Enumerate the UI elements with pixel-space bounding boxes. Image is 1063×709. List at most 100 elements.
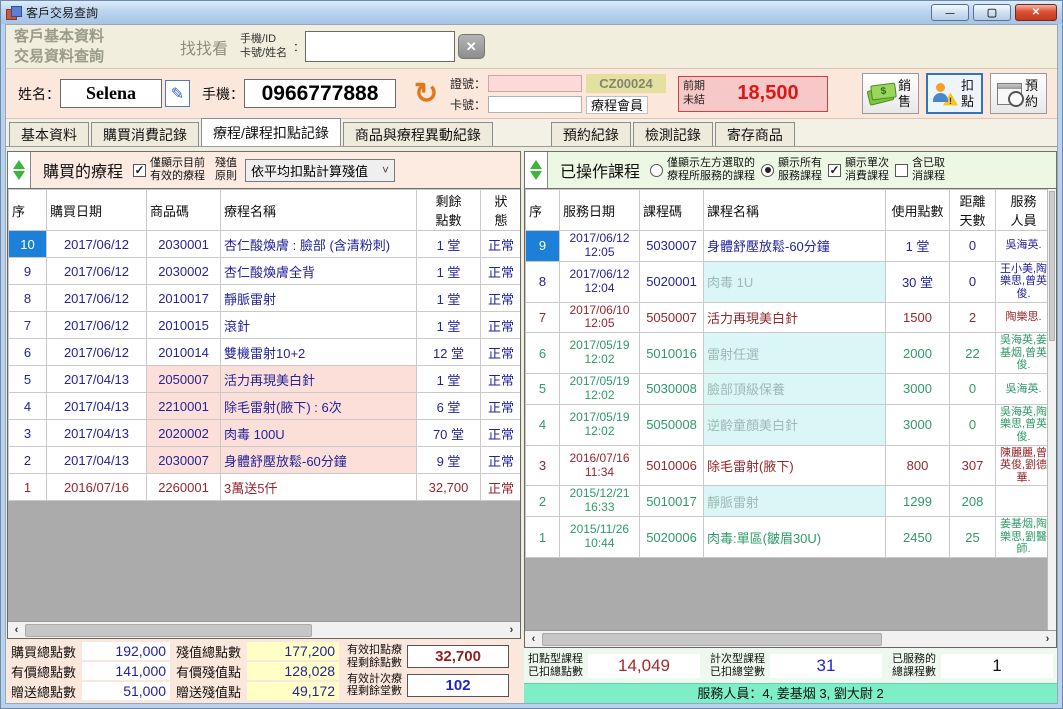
used-points-cell[interactable]: 800 [886, 445, 950, 486]
purchase-date-cell[interactable]: 2016/07/16 [47, 474, 147, 501]
row-number-cell[interactable]: 3 [9, 420, 47, 447]
left-col-header-3[interactable]: 療程名稱 [221, 190, 417, 231]
purchase-date-cell[interactable]: 2017/06/12 [47, 312, 147, 339]
row-number-cell[interactable]: 4 [526, 404, 560, 445]
course-name-cell[interactable]: 肉毒:單區(皺眉30U) [704, 517, 886, 558]
deduct-points-button[interactable]: 扣點 [926, 73, 983, 114]
remaining-points-cell[interactable]: 1 堂 [417, 285, 481, 312]
left-col-header-4[interactable]: 剩餘 點數 [417, 190, 481, 231]
days-since-cell[interactable]: 0 [950, 404, 996, 445]
id-field[interactable] [488, 75, 582, 92]
row-number-cell[interactable]: 6 [526, 333, 560, 374]
used-points-cell[interactable]: 2000 [886, 333, 950, 374]
name-field[interactable] [60, 79, 162, 108]
status-cell[interactable]: 正常 [481, 312, 522, 339]
product-code-cell[interactable]: 2210001 [147, 393, 221, 420]
scroll-left-icon[interactable] [525, 633, 542, 645]
right-col-header-6[interactable]: 服務 人員 [996, 190, 1052, 231]
treatment-name-cell[interactable]: 杏仁酸煥膚全背 [221, 258, 417, 285]
left-table-row[interactable]: 32017/04/132020002肉毒 100U70 堂正常 [9, 420, 522, 447]
staff-cell[interactable]: 吳海英,姜基烟,曾英俊. [996, 333, 1052, 374]
service-date-cell[interactable]: 2017/06/10 12:05 [560, 302, 640, 333]
days-since-cell[interactable]: 25 [950, 517, 996, 558]
row-number-cell[interactable]: 4 [9, 393, 47, 420]
purchase-date-cell[interactable]: 2017/06/12 [47, 231, 147, 258]
product-code-cell[interactable]: 2030007 [147, 447, 221, 474]
course-name-cell[interactable]: 除毛雷射(腋下) [704, 445, 886, 486]
used-points-cell[interactable]: 3000 [886, 404, 950, 445]
row-number-cell[interactable]: 1 [526, 517, 560, 558]
service-date-cell[interactable]: 2015/11/26 10:44 [560, 517, 640, 558]
service-date-cell[interactable]: 2017/05/19 12:02 [560, 374, 640, 405]
right-table-row[interactable]: 32016/07/16 11:345010006除毛雷射(腋下)800307陳麗… [526, 445, 1052, 486]
row-number-cell[interactable]: 8 [9, 285, 47, 312]
status-cell[interactable]: 正常 [481, 447, 522, 474]
left-table-row[interactable]: 12016/07/1622600013萬送5仟32,700正常 [9, 474, 522, 501]
left-table-row[interactable]: 82017/06/122010017靜脈雷射1 堂正常 [9, 285, 522, 312]
treatment-name-cell[interactable]: 3萬送5仟 [221, 474, 417, 501]
left-col-header-2[interactable]: 商品碼 [147, 190, 221, 231]
left-table-row[interactable]: 42017/04/132210001除毛雷射(腋下) : 6次6 堂正常 [9, 393, 522, 420]
product-code-cell[interactable]: 2030001 [147, 231, 221, 258]
used-points-cell[interactable]: 2450 [886, 517, 950, 558]
status-cell[interactable]: 正常 [481, 420, 522, 447]
row-number-cell[interactable]: 2 [9, 447, 47, 474]
course-code-cell[interactable]: 5010006 [640, 445, 704, 486]
remaining-points-cell[interactable]: 12 堂 [417, 339, 481, 366]
service-date-cell[interactable]: 2016/07/16 11:34 [560, 445, 640, 486]
purchase-date-cell[interactable]: 2017/06/12 [47, 339, 147, 366]
used-points-cell[interactable]: 1500 [886, 302, 950, 333]
right-col-header-1[interactable]: 服務日期 [560, 190, 640, 231]
staff-cell[interactable]: 吳海英. [996, 374, 1052, 405]
left-table-row[interactable]: 22017/04/132030007身體舒壓放鬆-60分鐘9 堂正常 [9, 447, 522, 474]
row-number-cell[interactable]: 10 [9, 231, 47, 258]
service-date-cell[interactable]: 2017/06/12 12:04 [560, 261, 640, 302]
left-table-row[interactable]: 102017/06/122030001杏仁酸煥膚 : 臉部 (含清粉刺)1 堂正… [9, 231, 522, 258]
right-table-row[interactable]: 12015/11/26 10:445020006肉毒:單區(皺眉30U)2450… [526, 517, 1052, 558]
treatment-name-cell[interactable]: 身體舒壓放鬆-60分鐘 [221, 447, 417, 474]
product-code-cell[interactable]: 2010014 [147, 339, 221, 366]
treatment-name-cell[interactable]: 杏仁酸煥膚 : 臉部 (含清粉刺) [221, 231, 417, 258]
minimize-button[interactable] [931, 4, 969, 21]
row-number-cell[interactable]: 5 [526, 374, 560, 405]
right-vscrollbar-thumb[interactable] [1049, 191, 1055, 341]
swap-arrows-icon[interactable] [525, 152, 548, 188]
remaining-points-cell[interactable]: 1 堂 [417, 258, 481, 285]
left-col-header-0[interactable]: 序 [9, 190, 47, 231]
staff-cell[interactable]: 王小美,陶樂思,曾英俊. [996, 261, 1052, 302]
left-scrollbar-thumb[interactable] [25, 624, 312, 637]
right-scrollbar-thumb[interactable] [542, 633, 882, 646]
sales-button[interactable]: 銷售 [862, 73, 919, 114]
product-code-cell[interactable]: 2260001 [147, 474, 221, 501]
course-code-cell[interactable]: 5030007 [640, 231, 704, 262]
right-col-header-3[interactable]: 課程名稱 [704, 190, 886, 231]
remaining-points-cell[interactable]: 70 堂 [417, 420, 481, 447]
product-code-cell[interactable]: 2010017 [147, 285, 221, 312]
days-since-cell[interactable]: 307 [950, 445, 996, 486]
show-selected-courses-radio[interactable] [650, 164, 663, 177]
purchase-date-cell[interactable]: 2017/04/13 [47, 447, 147, 474]
status-cell[interactable]: 正常 [481, 366, 522, 393]
service-date-cell[interactable]: 2015/12/21 16:33 [560, 486, 640, 517]
right-table-row[interactable]: 42017/05/19 12:025050008逆齡童顏美白針30000吳海英,… [526, 404, 1052, 445]
row-number-cell[interactable]: 8 [526, 261, 560, 302]
right-col-header-5[interactable]: 距離 天數 [950, 190, 996, 231]
used-points-cell[interactable]: 30 堂 [886, 261, 950, 302]
used-points-cell[interactable]: 1 堂 [886, 231, 950, 262]
course-code-cell[interactable]: 5010017 [640, 486, 704, 517]
tab-3[interactable]: 商品與療程異動紀錄 [343, 122, 493, 146]
staff-cell[interactable]: 吳海英,陶樂思,曾英俊. [996, 404, 1052, 445]
right-table-row[interactable]: 72017/06/10 12:055050007活力再現美白針15002陶樂思. [526, 302, 1052, 333]
row-number-cell[interactable]: 7 [526, 302, 560, 333]
days-since-cell[interactable]: 0 [950, 231, 996, 262]
show-single-consumption-checkbox[interactable] [828, 164, 841, 177]
search-input[interactable] [305, 31, 455, 62]
course-code-cell[interactable]: 5010016 [640, 333, 704, 374]
remaining-points-cell[interactable]: 1 堂 [417, 366, 481, 393]
status-cell[interactable]: 正常 [481, 339, 522, 366]
right-vertical-scrollbar[interactable] [1047, 189, 1056, 630]
course-name-cell[interactable]: 臉部頂級保養 [704, 374, 886, 405]
left-col-header-1[interactable]: 購買日期 [47, 190, 147, 231]
row-number-cell[interactable]: 7 [9, 312, 47, 339]
course-code-cell[interactable]: 5050007 [640, 302, 704, 333]
